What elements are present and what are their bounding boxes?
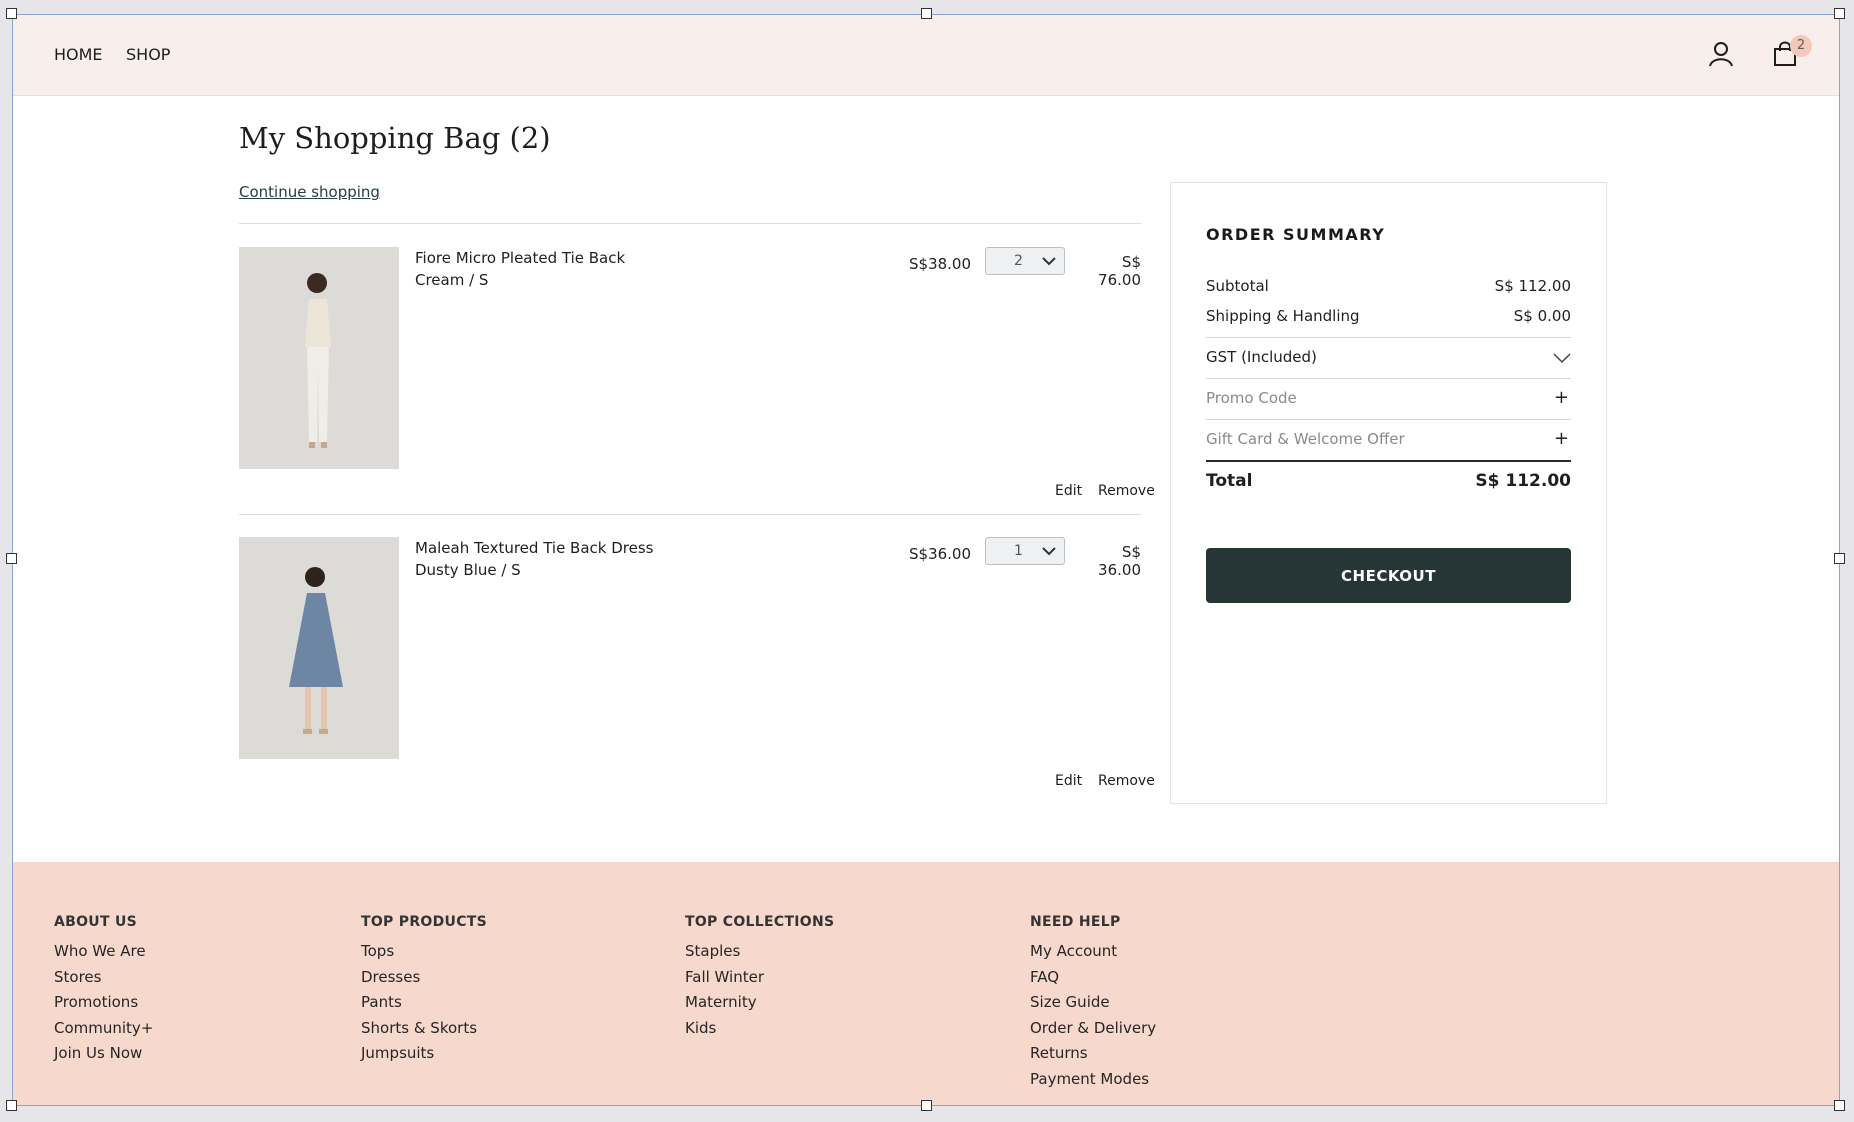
- item-variant: Cream / S: [415, 271, 489, 289]
- order-summary-panel: ORDER SUMMARY Subtotal S$ 112.00 Shippin…: [1170, 182, 1607, 804]
- footer-link[interactable]: Who We Are: [54, 942, 153, 968]
- footer-link[interactable]: Payment Modes: [1030, 1070, 1156, 1096]
- footer-link[interactable]: Dresses: [361, 968, 487, 994]
- footer-heading: TOP PRODUCTS: [361, 914, 488, 930]
- quantity-select[interactable]: 2: [985, 247, 1065, 275]
- cart-item: Fiore Micro Pleated Tie Back Cream / S S…: [239, 247, 1155, 507]
- product-image[interactable]: [239, 247, 399, 469]
- continue-shopping-link[interactable]: Continue shopping: [239, 183, 380, 201]
- edit-item-button[interactable]: Edit: [1055, 483, 1082, 499]
- footer-link[interactable]: Community+: [54, 1019, 153, 1045]
- resize-handle-bottom[interactable]: [921, 1100, 932, 1111]
- quantity-select[interactable]: 1: [985, 537, 1065, 565]
- item-name[interactable]: Maleah Textured Tie Back Dress: [415, 539, 654, 557]
- subtotal-row: Subtotal S$ 112.00: [1206, 277, 1571, 295]
- resize-handle-top[interactable]: [921, 8, 932, 19]
- divider: [1206, 337, 1571, 338]
- quantity-value: 1: [1014, 543, 1023, 559]
- resize-handle-left[interactable]: [6, 553, 17, 564]
- page-title: My Shopping Bag (2): [239, 121, 551, 155]
- total-label: Total: [1206, 471, 1253, 491]
- subtotal-label: Subtotal: [1206, 277, 1269, 295]
- account-icon[interactable]: [1706, 39, 1736, 69]
- divider: [1206, 419, 1571, 420]
- footer-column-help: NEED HELP My Account FAQ Size Guide Orde…: [1030, 914, 1156, 1095]
- unit-price: S$38.00: [909, 255, 972, 273]
- item-name[interactable]: Fiore Micro Pleated Tie Back: [415, 249, 625, 267]
- footer-heading: NEED HELP: [1030, 914, 1121, 930]
- footer-column-products: TOP PRODUCTS Tops Dresses Pants Shorts &…: [361, 914, 487, 1070]
- total-value: S$ 112.00: [1475, 471, 1571, 491]
- gift-card-toggle[interactable]: Gift Card & Welcome Offer +: [1206, 428, 1571, 449]
- resize-handle-bottom-right[interactable]: [1834, 1100, 1845, 1111]
- divider: [239, 223, 1141, 224]
- resize-handle-top-left[interactable]: [6, 8, 17, 19]
- promo-code-label: Promo Code: [1206, 389, 1297, 407]
- plus-icon: +: [1553, 428, 1569, 449]
- unit-price: S$36.00: [909, 545, 972, 563]
- site-header: HOME SHOP 2: [13, 15, 1839, 96]
- footer-link[interactable]: Jumpsuits: [361, 1044, 487, 1070]
- shipping-row: Shipping & Handling S$ 0.00: [1206, 307, 1571, 325]
- chevron-down-icon: [1042, 547, 1056, 556]
- footer-link[interactable]: Stores: [54, 968, 153, 994]
- divider: [1206, 460, 1571, 462]
- footer-link[interactable]: FAQ: [1030, 968, 1156, 994]
- order-summary-title: ORDER SUMMARY: [1206, 225, 1386, 244]
- footer-link[interactable]: Tops: [361, 942, 487, 968]
- chevron-down-icon: [1042, 257, 1056, 266]
- edit-item-button[interactable]: Edit: [1055, 773, 1082, 789]
- plus-icon: +: [1553, 387, 1569, 408]
- nav-home-link[interactable]: HOME: [54, 45, 103, 64]
- footer-link[interactable]: Fall Winter: [685, 968, 834, 994]
- total-row: Total S$ 112.00: [1206, 471, 1571, 491]
- footer-heading: ABOUT US: [54, 914, 138, 930]
- cart-item: Maleah Textured Tie Back Dress Dusty Blu…: [239, 537, 1155, 797]
- footer-link[interactable]: Order & Delivery: [1030, 1019, 1156, 1045]
- footer-link[interactable]: Shorts & Skorts: [361, 1019, 487, 1045]
- product-image[interactable]: [239, 537, 399, 759]
- resize-handle-right[interactable]: [1834, 553, 1845, 564]
- footer-column-collections: TOP COLLECTIONS Staples Fall Winter Mate…: [685, 914, 834, 1044]
- chevron-down-icon: [1553, 353, 1571, 364]
- resize-handle-top-right[interactable]: [1834, 8, 1845, 19]
- shipping-value: S$ 0.00: [1513, 307, 1571, 325]
- shipping-label: Shipping & Handling: [1206, 307, 1360, 325]
- footer-link[interactable]: Size Guide: [1030, 993, 1156, 1019]
- page-frame: HOME SHOP 2 My Shopping Bag (2) Continue…: [12, 14, 1840, 1106]
- footer-heading: TOP COLLECTIONS: [685, 914, 835, 930]
- cart-count-badge: 2: [1790, 35, 1812, 57]
- site-footer: ABOUT US Who We Are Stores Promotions Co…: [13, 862, 1839, 1105]
- resize-handle-bottom-left[interactable]: [6, 1100, 17, 1111]
- gst-toggle[interactable]: GST (Included): [1206, 348, 1571, 366]
- footer-link[interactable]: Pants: [361, 993, 487, 1019]
- remove-item-button[interactable]: Remove: [1098, 773, 1155, 789]
- footer-link[interactable]: Maternity: [685, 993, 834, 1019]
- footer-link[interactable]: Promotions: [54, 993, 153, 1019]
- line-total: S$ 36.00: [1098, 543, 1141, 579]
- item-variant: Dusty Blue / S: [415, 561, 521, 579]
- footer-link[interactable]: Returns: [1030, 1044, 1156, 1070]
- line-total: S$ 76.00: [1098, 253, 1141, 289]
- divider: [1206, 378, 1571, 379]
- footer-link[interactable]: Join Us Now: [54, 1044, 153, 1070]
- footer-link[interactable]: Kids: [685, 1019, 834, 1045]
- footer-link[interactable]: Staples: [685, 942, 834, 968]
- remove-item-button[interactable]: Remove: [1098, 483, 1155, 499]
- gift-card-label: Gift Card & Welcome Offer: [1206, 430, 1405, 448]
- quantity-value: 2: [1014, 253, 1023, 269]
- checkout-button[interactable]: CHECKOUT: [1206, 548, 1571, 603]
- footer-column-about: ABOUT US Who We Are Stores Promotions Co…: [54, 914, 153, 1070]
- divider: [239, 514, 1141, 515]
- gst-label: GST (Included): [1206, 348, 1317, 366]
- promo-code-toggle[interactable]: Promo Code +: [1206, 387, 1571, 408]
- nav-shop-link[interactable]: SHOP: [126, 45, 170, 64]
- subtotal-value: S$ 112.00: [1494, 277, 1571, 295]
- footer-link[interactable]: My Account: [1030, 942, 1156, 968]
